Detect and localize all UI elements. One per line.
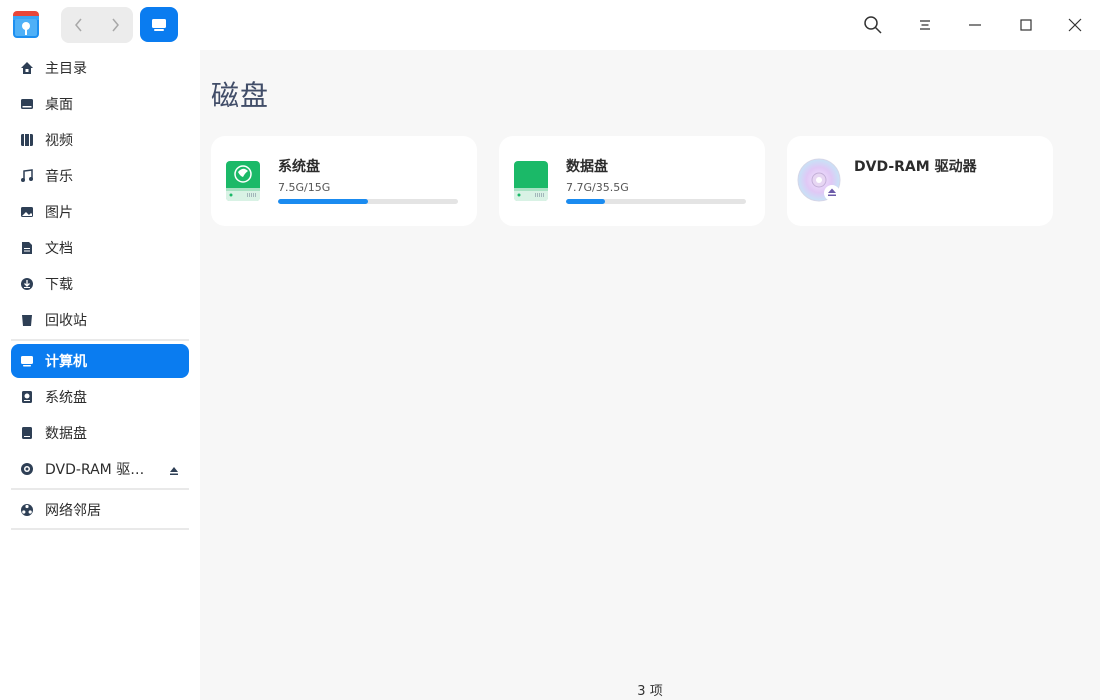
- file-manager-logo-icon: [12, 10, 40, 39]
- disk-usage-text: 7.5G/15G: [278, 181, 331, 194]
- sidebar-item-dvd-drive[interactable]: DVD-RAM 驱…: [11, 452, 189, 486]
- dvd-drive-icon: [797, 158, 843, 204]
- sidebar-item-system-disk[interactable]: 系统盘: [11, 380, 189, 414]
- forward-icon: [112, 18, 119, 32]
- dvd-icon: [19, 461, 35, 477]
- desktop-icon: [19, 96, 35, 112]
- system-disk-icon: [225, 160, 261, 202]
- disk-usage-text: 7.7G/35.5G: [566, 181, 629, 194]
- disk-usage-bar: [278, 199, 458, 204]
- sidebar-item-desktop[interactable]: 桌面: [11, 87, 189, 121]
- sidebar-item-label: 桌面: [45, 97, 73, 113]
- eject-icon[interactable]: [169, 464, 179, 480]
- disk-name: 系统盘: [278, 159, 320, 175]
- data-disk-icon: [19, 425, 35, 441]
- file-manager-window: 主目录 桌面 视频 音乐 图片 文档 下载 回收站 计算机 系统盘 数据盘 DV…: [0, 0, 1100, 700]
- sidebar-item-pictures[interactable]: 图片: [11, 195, 189, 229]
- data-disk-icon: [513, 160, 549, 202]
- back-button[interactable]: [61, 7, 97, 43]
- computer-icon: [19, 353, 35, 369]
- sidebar-divider: [11, 339, 189, 341]
- system-disk-icon: [19, 389, 35, 405]
- sidebar-item-label: 回收站: [45, 313, 87, 329]
- sidebar-item-network[interactable]: 网络邻居: [11, 493, 189, 527]
- music-icon: [19, 168, 35, 184]
- sidebar-item-label: 主目录: [45, 61, 87, 77]
- maximize-icon: [1020, 19, 1032, 31]
- minimize-button[interactable]: [963, 13, 987, 37]
- sidebar-item-label: 系统盘: [45, 390, 87, 406]
- sidebar-item-documents[interactable]: 文档: [11, 231, 189, 265]
- sidebar-item-music[interactable]: 音乐: [11, 159, 189, 193]
- sidebar-item-video[interactable]: 视频: [11, 123, 189, 157]
- menu-icon: [920, 20, 930, 30]
- network-icon: [19, 502, 35, 518]
- back-icon: [75, 18, 82, 32]
- main-menu-button[interactable]: [913, 13, 937, 37]
- sidebar-item-label: 视频: [45, 133, 73, 149]
- sidebar-item-label: 数据盘: [45, 426, 87, 442]
- minimize-icon: [969, 24, 981, 26]
- disk-name: 数据盘: [566, 159, 608, 175]
- sidebar-divider: [11, 488, 189, 490]
- disk-card-data[interactable]: 数据盘 7.7G/35.5G: [499, 136, 765, 226]
- close-icon: [1068, 18, 1082, 32]
- trash-icon: [19, 312, 35, 328]
- search-icon: [864, 16, 882, 34]
- sidebar-item-computer[interactable]: 计算机: [11, 344, 189, 378]
- download-icon: [19, 276, 35, 292]
- disk-usage-fill: [566, 199, 606, 204]
- status-item-count: 3 项: [637, 684, 663, 699]
- disk-name: DVD-RAM 驱动器: [854, 159, 977, 175]
- disk-card-system[interactable]: 系统盘 7.5G/15G: [211, 136, 477, 226]
- sidebar-item-data-disk[interactable]: 数据盘: [11, 416, 189, 450]
- sidebar-item-downloads[interactable]: 下载: [11, 267, 189, 301]
- disk-usage-bar: [566, 199, 746, 204]
- page-title: 磁盘: [211, 79, 270, 112]
- computer-view-button[interactable]: [140, 7, 178, 42]
- sidebar: 主目录 桌面 视频 音乐 图片 文档 下载 回收站 计算机 系统盘 数据盘 DV…: [0, 50, 200, 700]
- sidebar-divider: [11, 528, 189, 530]
- title-bar: [0, 0, 1100, 50]
- sidebar-item-label: 计算机: [45, 354, 87, 370]
- sidebar-item-label: 下载: [45, 277, 73, 293]
- home-icon: [19, 60, 35, 76]
- sidebar-item-label: DVD-RAM 驱…: [45, 462, 145, 478]
- search-button[interactable]: [861, 13, 885, 37]
- sidebar-item-label: 图片: [45, 205, 73, 221]
- sidebar-item-label: 音乐: [45, 169, 73, 185]
- navigation-buttons: [61, 7, 133, 43]
- close-button[interactable]: [1063, 13, 1087, 37]
- document-icon: [19, 240, 35, 256]
- disk-card-dvd[interactable]: DVD-RAM 驱动器: [787, 136, 1053, 226]
- video-icon: [19, 132, 35, 148]
- sidebar-item-home[interactable]: 主目录: [11, 51, 189, 85]
- computer-view-icon: [152, 18, 166, 31]
- maximize-button[interactable]: [1014, 13, 1038, 37]
- sidebar-item-label: 网络邻居: [45, 503, 101, 519]
- picture-icon: [19, 204, 35, 220]
- forward-button[interactable]: [97, 7, 133, 43]
- sidebar-item-trash[interactable]: 回收站: [11, 303, 189, 337]
- disk-usage-fill: [278, 199, 368, 204]
- sidebar-item-label: 文档: [45, 241, 73, 257]
